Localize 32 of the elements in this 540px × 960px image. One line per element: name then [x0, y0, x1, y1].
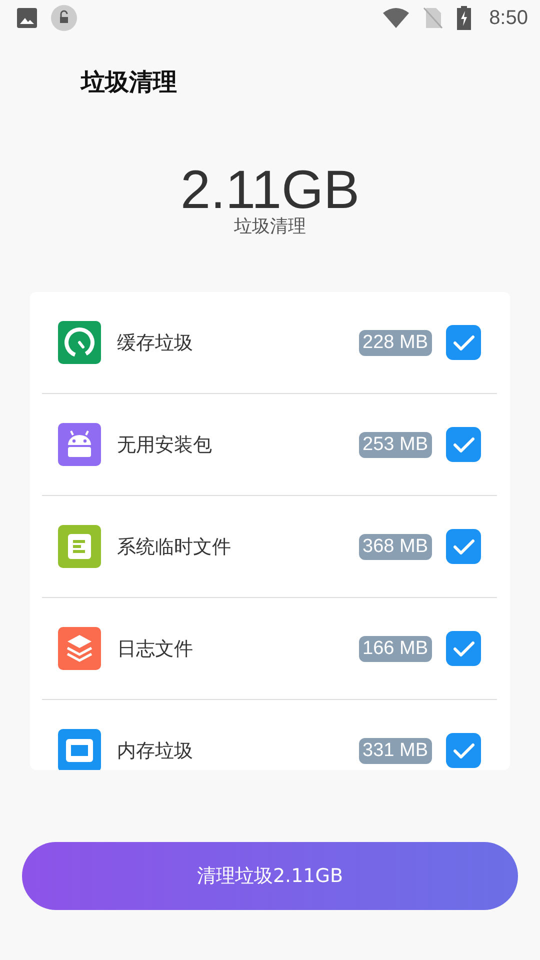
- category-label: 缓存垃圾: [117, 330, 194, 356]
- checkmark-icon: [452, 538, 474, 556]
- category-label: 无用安装包: [117, 432, 213, 458]
- clean-button[interactable]: 清理垃圾2.11GB: [22, 842, 518, 910]
- wifi-icon: [383, 8, 410, 28]
- page-title: 垃圾清理: [81, 67, 178, 98]
- category-label: 日志文件: [117, 636, 194, 662]
- checkbox[interactable]: [446, 733, 481, 768]
- android-icon: [58, 423, 101, 466]
- size-tag: 331 MB: [358, 738, 432, 764]
- checkmark-icon: [452, 640, 474, 658]
- clock-time: 8:50: [489, 6, 528, 30]
- checkbox[interactable]: [446, 529, 481, 564]
- size-tag: 166 MB: [358, 636, 432, 662]
- size-tag: 228 MB: [358, 330, 432, 356]
- lock-icon: [51, 5, 77, 31]
- layers-icon: [58, 627, 101, 670]
- size-tag: 368 MB: [358, 534, 432, 560]
- checkmark-icon: [452, 742, 474, 760]
- gauge-icon: [58, 321, 101, 364]
- checkbox[interactable]: [446, 427, 481, 462]
- checkbox[interactable]: [446, 631, 481, 666]
- checkmark-icon: [452, 436, 474, 454]
- image-icon: [17, 8, 37, 28]
- no-sim-icon: [423, 7, 444, 29]
- checkmark-icon: [452, 334, 474, 352]
- battery-charging-icon: [457, 6, 472, 30]
- size-tag: 253 MB: [358, 432, 432, 458]
- category-label: 系统临时文件: [117, 534, 232, 560]
- document-icon: [58, 525, 101, 568]
- category-label: 内存垃圾: [117, 738, 194, 764]
- checkbox[interactable]: [446, 325, 481, 360]
